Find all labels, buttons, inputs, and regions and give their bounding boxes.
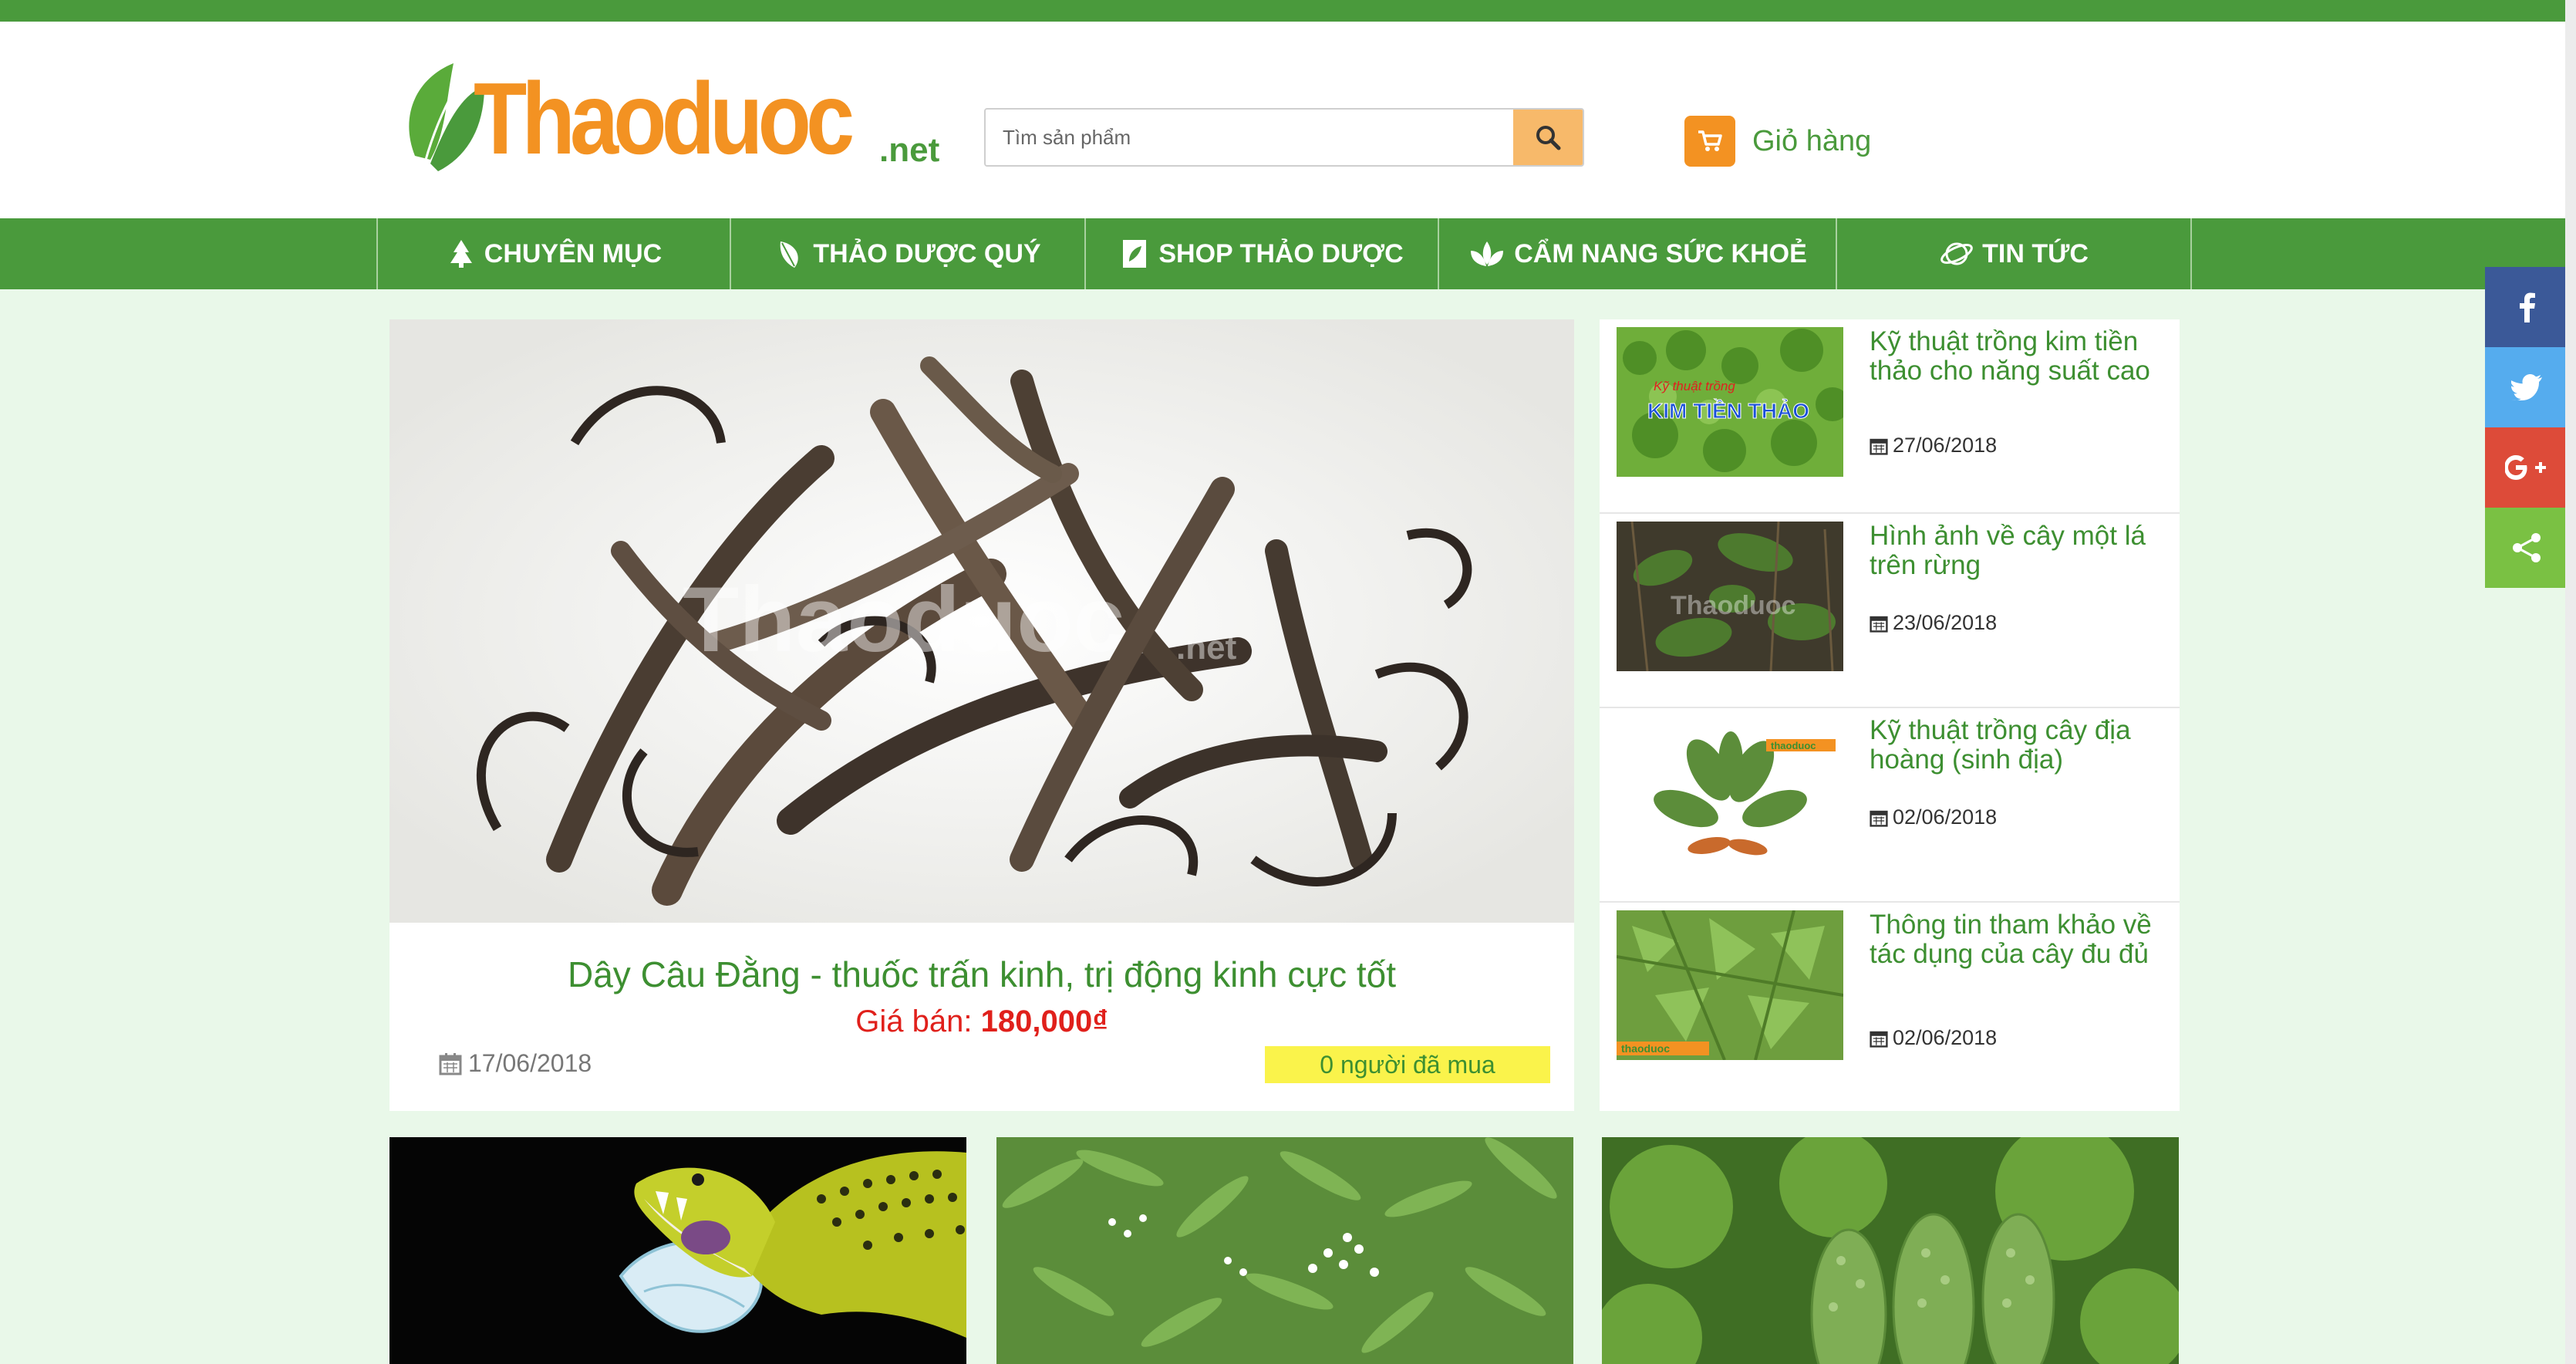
featured-price: Giá bán: 180,000₫ [389, 1004, 1574, 1039]
news-date-text: 27/06/2018 [1893, 434, 1998, 457]
news-date: 23/06/2018 [1870, 611, 1997, 635]
price-label: Giá bán: [855, 1004, 973, 1038]
herb-shop-icon [1123, 240, 1147, 268]
news-title[interactable]: Thông tin tham khảo về tác dụng của cây … [1870, 910, 2163, 969]
logo-text: Thaoduoc [474, 62, 855, 175]
logo-suffix: .net [879, 131, 940, 169]
news-date-text: 02/06/2018 [1893, 1026, 1998, 1049]
calendar-icon [1870, 438, 1888, 455]
nav-item-chuyen-muc[interactable]: CHUYÊN MỤC [376, 218, 730, 289]
twitter-share-button[interactable] [2485, 347, 2568, 427]
featured-product[interactable]: Thaoduoc .net Dây Câu Đằng - thuốc trấn … [389, 319, 1574, 1111]
news-thumbnail[interactable]: Kỹ thuật trồng KIM TIỀN THẢO [1617, 327, 1843, 477]
nav-item-label: THẢO DƯỢC QUÝ [813, 238, 1041, 268]
news-sidebar: Kỹ thuật trồng KIM TIỀN THẢO Kỹ thuật tr… [1600, 319, 2180, 1111]
search-icon [1536, 126, 1561, 150]
google-plus-icon [2505, 455, 2546, 480]
news-date: 27/06/2018 [1870, 434, 1997, 457]
news-item[interactable]: thaoduoc Kỹ thuật trồng cây địa hoàng (s… [1600, 708, 2180, 903]
news-item[interactable]: Kỹ thuật trồng KIM TIỀN THẢO Kỹ thuật tr… [1600, 319, 2180, 514]
facebook-icon [2520, 292, 2535, 322]
facebook-share-button[interactable] [2485, 267, 2568, 347]
svg-text:Thaoduoc: Thaoduoc [1671, 591, 1795, 620]
calendar-icon [1870, 1031, 1888, 1048]
thumb-caption-small: Kỹ thuật trồng [1654, 379, 1735, 393]
buyers-badge: 0 người đã mua [1265, 1046, 1550, 1083]
calendar-icon [439, 1052, 462, 1075]
share-icon [2513, 533, 2541, 562]
planet-icon [1940, 242, 1973, 265]
lotus-icon [1471, 241, 1504, 266]
cart-label: Giỏ hàng [1752, 124, 1872, 157]
nav-item-cam-nang-suc-khoe[interactable]: CẨM NANG SỨC KHOẺ [1438, 218, 1836, 289]
news-title[interactable]: Hình ảnh về cây một lá trên rừng [1870, 522, 2163, 580]
nav-item-shop-thao-duoc[interactable]: SHOP THẢO DƯỢC [1084, 218, 1438, 289]
top-strip [0, 0, 2576, 22]
news-date-text: 02/06/2018 [1893, 805, 1998, 829]
search-input[interactable] [986, 110, 1513, 165]
site-logo[interactable]: Thaoduoc .net [400, 63, 942, 179]
product-image [996, 1137, 1573, 1364]
news-title[interactable]: Kỹ thuật trồng cây địa hoàng (sinh địa) [1870, 716, 2163, 775]
featured-date-text: 17/06/2018 [468, 1049, 592, 1077]
nav-item-label: CHUYÊN MỤC [484, 238, 663, 268]
svg-text:Thaoduoc: Thaoduoc [683, 568, 1124, 671]
search-button[interactable] [1513, 110, 1583, 165]
product-card[interactable] [1602, 1137, 2179, 1364]
twitter-icon [2511, 374, 2542, 400]
search-box [984, 108, 1584, 167]
nav-divider [2190, 218, 2192, 289]
nav-item-label: SHOP THẢO DƯỢC [1158, 238, 1404, 268]
news-item[interactable]: Thaoduoc Hình ảnh về cây một lá trên rừn… [1600, 514, 2180, 708]
nav-item-thao-duoc-quy[interactable]: THẢO DƯỢC QUÝ [730, 218, 1084, 289]
cart-icon [1684, 116, 1735, 167]
svg-text:thaoduoc: thaoduoc [1771, 740, 1816, 751]
svg-text:.net: .net [1176, 629, 1237, 667]
price-value: 180,000₫ [980, 1004, 1108, 1038]
featured-product-image[interactable]: Thaoduoc .net [389, 319, 1574, 923]
news-item[interactable]: thaoduoc Thông tin tham khảo về tác dụng… [1600, 903, 2180, 1097]
product-image [389, 1137, 966, 1364]
product-card[interactable] [996, 1137, 1573, 1364]
calendar-icon [1870, 616, 1888, 633]
scrollbar-track[interactable] [2565, 0, 2576, 1364]
google-plus-share-button[interactable] [2485, 427, 2568, 508]
news-thumbnail[interactable]: thaoduoc [1617, 910, 1843, 1060]
thumb-caption-big: KIM TIỀN THẢO [1647, 398, 1809, 423]
cart-link[interactable]: Giỏ hàng [1684, 114, 1871, 168]
product-card[interactable] [389, 1137, 966, 1364]
news-thumbnail[interactable]: Thaoduoc [1617, 522, 1843, 671]
news-date: 02/06/2018 [1870, 805, 1997, 829]
leaf-icon [781, 241, 799, 268]
tree-icon [450, 240, 472, 268]
featured-product-title[interactable]: Dây Câu Đằng - thuốc trấn kinh, trị động… [389, 954, 1574, 995]
news-thumbnail[interactable]: thaoduoc [1617, 716, 1843, 866]
nav-item-label: CẨM NANG SỨC KHOẺ [1514, 238, 1807, 268]
product-image [1602, 1137, 2179, 1364]
featured-date: 17/06/2018 [439, 1049, 592, 1078]
svg-text:thaoduoc: thaoduoc [1621, 1042, 1670, 1055]
news-date-text: 23/06/2018 [1893, 611, 1998, 634]
news-title[interactable]: Kỹ thuật trồng kim tiền thảo cho năng su… [1870, 327, 2163, 386]
share-button[interactable] [2485, 508, 2568, 588]
calendar-icon [1870, 810, 1888, 827]
main-nav: CHUYÊN MỤC THẢO DƯỢC QUÝ SHOP THẢO DƯỢC … [0, 218, 2576, 289]
nav-item-label: TIN TỨC [1982, 238, 2089, 268]
nav-item-tin-tuc[interactable]: TIN TỨC [1836, 218, 2190, 289]
news-date: 02/06/2018 [1870, 1026, 1997, 1050]
